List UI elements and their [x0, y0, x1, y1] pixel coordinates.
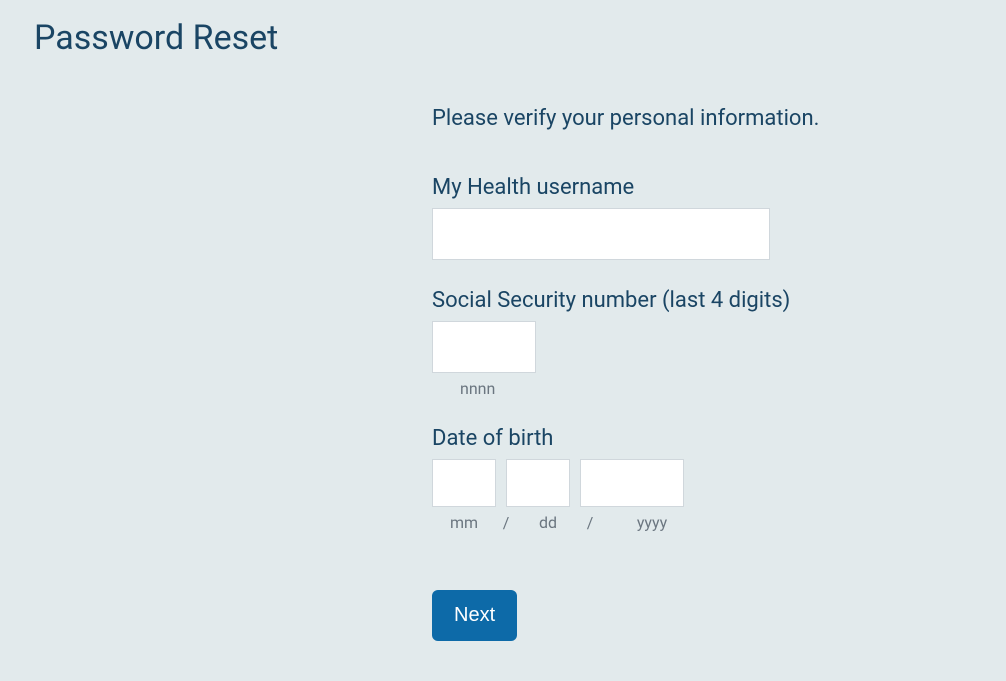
instruction-text: Please verify your personal information. [432, 106, 952, 131]
dob-field-group: Date of birth mm / dd / yyyy [432, 426, 952, 532]
ssn-field-group: Social Security number (last 4 digits) n… [432, 288, 952, 398]
dob-separator-1: / [501, 513, 511, 532]
dob-year-hint: yyyy [600, 513, 704, 532]
ssn-hint: nnnn [432, 379, 952, 398]
username-field-group: My Health username [432, 175, 952, 260]
username-label: My Health username [432, 175, 952, 200]
dob-hints-row: mm / dd / yyyy [432, 513, 952, 532]
page-title: Password Reset [0, 0, 1006, 58]
dob-inputs-row [432, 459, 952, 507]
username-input[interactable] [432, 208, 770, 260]
dob-month-input[interactable] [432, 459, 496, 507]
dob-year-input[interactable] [580, 459, 684, 507]
next-button[interactable]: Next [432, 590, 517, 641]
dob-day-hint: dd [516, 513, 580, 532]
ssn-input[interactable] [432, 321, 536, 373]
dob-separator-2: / [585, 513, 595, 532]
dob-month-hint: mm [432, 513, 496, 532]
dob-label: Date of birth [432, 426, 952, 451]
password-reset-form: Please verify your personal information.… [432, 106, 952, 641]
ssn-label: Social Security number (last 4 digits) [432, 288, 952, 313]
dob-day-input[interactable] [506, 459, 570, 507]
